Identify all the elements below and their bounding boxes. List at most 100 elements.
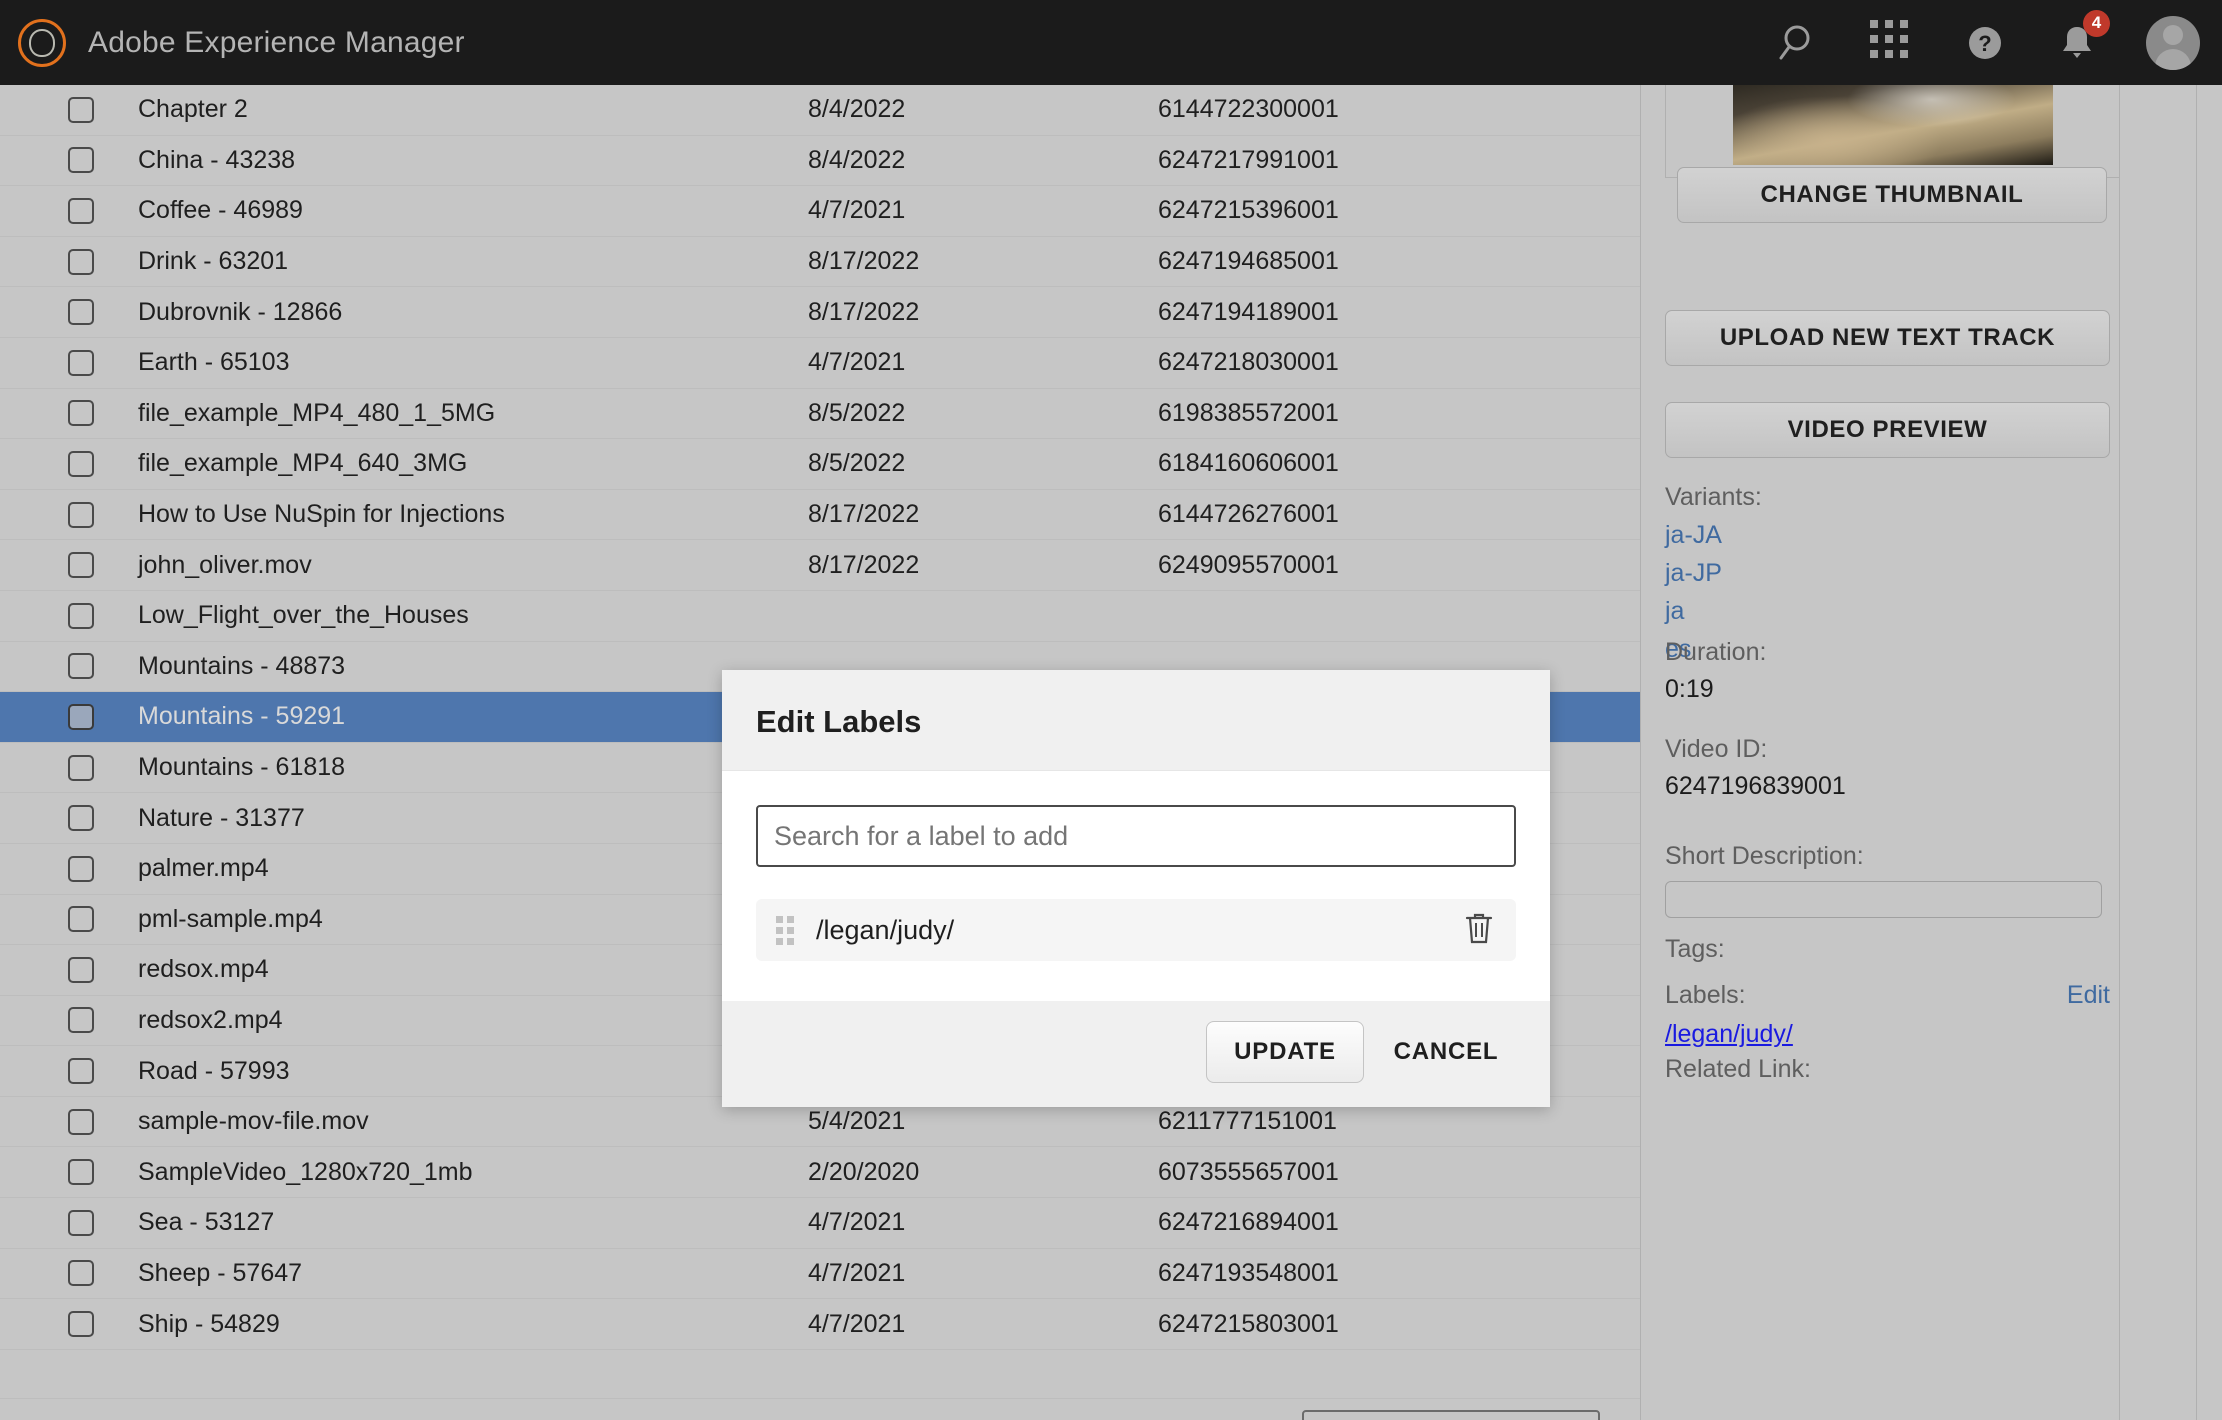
labels-label: Labels: — [1665, 981, 1746, 1009]
video-thumbnail — [1732, 85, 2053, 165]
labels-value-link[interactable]: /legan/judy/ — [1665, 1020, 1793, 1049]
table-row[interactable]: file_example_MP4_640_3MG 8/5/2022 61841606… — [0, 439, 1640, 490]
video-preview-button[interactable]: VIDEO PREVIEW — [1665, 402, 2110, 458]
page-body: Chapter 2 8/4/2022 6144722300001 China - 43… — [0, 85, 2222, 1420]
row-checkbox[interactable] — [68, 501, 94, 528]
row-video-id: 6247215803001 — [1158, 1309, 1339, 1338]
table-row[interactable]: Drink - 63201 8/17/2022 6247194685001 — [0, 237, 1640, 288]
table-row[interactable]: Sheep - 57647 4/7/2021 6247193548001 — [0, 1249, 1640, 1300]
row-video-id: 6073555657001 — [1158, 1157, 1339, 1186]
row-name: How to Use NuSpin for Injections — [138, 500, 505, 529]
variant-link[interactable]: ja-JA — [1665, 521, 1762, 550]
table-row[interactable]: China - 43238 8/4/2022 6247217991001 — [0, 136, 1640, 187]
row-date: 4/7/2021 — [808, 1309, 906, 1338]
row-video-id: 6144726276001 — [1158, 500, 1339, 529]
drag-handle-icon[interactable] — [776, 915, 794, 945]
row-checkbox[interactable] — [68, 653, 94, 680]
page-number-select[interactable]: Page 1 (Videos 1 to 30 ) — [1302, 1410, 1600, 1420]
row-video-id: 6211777151001 — [1158, 1107, 1337, 1136]
row-date: 8/5/2022 — [808, 449, 906, 478]
table-row[interactable]: Coffee - 46989 4/7/2021 6247215396001 — [0, 186, 1640, 237]
tags-label: Tags: — [1665, 935, 1725, 963]
brand[interactable]: Adobe Experience Manager — [0, 18, 465, 67]
row-checkbox[interactable] — [68, 1007, 94, 1034]
row-date: 8/4/2022 — [808, 145, 906, 174]
row-checkbox[interactable] — [68, 1108, 94, 1135]
row-checkbox[interactable] — [68, 956, 94, 983]
row-checkbox[interactable] — [68, 1209, 94, 1236]
row-name: Dubrovnik - 12866 — [138, 297, 343, 326]
app-grid-icon[interactable] — [1870, 19, 1916, 66]
table-row[interactable]: Chapter 2 8/4/2022 6144722300001 — [0, 85, 1640, 136]
thumbnail-card — [1665, 85, 2120, 178]
variant-link[interactable]: ja — [1665, 597, 1762, 626]
row-checkbox[interactable] — [68, 1311, 94, 1338]
table-row[interactable]: john_oliver.mov 8/17/2022 6249095570001 — [0, 540, 1640, 591]
app-title: Adobe Experience Manager — [88, 25, 465, 59]
cancel-button[interactable]: CANCEL — [1376, 1021, 1516, 1083]
row-checkbox[interactable] — [68, 450, 94, 477]
update-button[interactable]: UPDATE — [1206, 1021, 1364, 1083]
avatar[interactable] — [2146, 15, 2200, 70]
variant-link[interactable]: ja-JP — [1665, 559, 1762, 588]
row-checkbox[interactable] — [68, 602, 94, 629]
row-checkbox[interactable] — [68, 754, 94, 781]
row-video-id: 6144722300001 — [1158, 95, 1339, 124]
row-checkbox[interactable] — [68, 855, 94, 882]
row-date: 4/7/2021 — [808, 1258, 906, 1287]
row-name: file_example_MP4_480_1_5MG — [138, 398, 496, 427]
tags-block: Tags: — [1665, 935, 1725, 964]
table-row[interactable]: Dubrovnik - 12866 8/17/2022 6247194189001 — [0, 287, 1640, 338]
row-checkbox[interactable] — [68, 349, 94, 376]
duration-block: Duration: 0:19 — [1665, 638, 1766, 704]
table-row[interactable]: Ship - 54829 4/7/2021 6247215803001 — [0, 1299, 1640, 1350]
row-name: Sea - 53127 — [138, 1208, 275, 1237]
table-row[interactable]: file_example_MP4_480_1_5MG 8/5/2022 619838… — [0, 389, 1640, 440]
row-date: 8/17/2022 — [808, 500, 920, 529]
search-icon[interactable] — [1778, 20, 1824, 66]
table-row[interactable]: How to Use NuSpin for Injections 8/17/202… — [0, 490, 1640, 541]
row-checkbox[interactable] — [68, 1159, 94, 1186]
row-video-id: 6247216894001 — [1158, 1208, 1339, 1237]
labels-edit-link[interactable]: Edit — [2067, 981, 2110, 1010]
row-video-id: 6249095570001 — [1158, 550, 1339, 579]
row-name: Coffee - 46989 — [138, 196, 303, 225]
label-search-input[interactable] — [756, 805, 1516, 867]
modal-body: /legan/judy/ — [722, 771, 1550, 1001]
label-list-item[interactable]: /legan/judy/ — [756, 899, 1516, 961]
table-row[interactable]: Low_Flight_over_the_Houses — [0, 591, 1640, 642]
change-thumbnail-button[interactable]: CHANGE THUMBNAIL — [1677, 167, 2107, 223]
upload-text-track-button[interactable]: UPLOAD NEW TEXT TRACK — [1665, 310, 2110, 366]
row-checkbox[interactable] — [68, 906, 94, 933]
row-name: pml-sample.mp4 — [138, 904, 323, 933]
row-name: Low_Flight_over_the_Houses — [138, 601, 469, 630]
row-checkbox[interactable] — [68, 1260, 94, 1287]
modal-title: Edit Labels — [756, 704, 922, 739]
row-checkbox[interactable] — [68, 96, 94, 123]
row-name: Drink - 63201 — [138, 247, 289, 276]
row-checkbox[interactable] — [68, 299, 94, 326]
row-name: Mountains - 61818 — [138, 753, 346, 782]
row-checkbox[interactable] — [68, 703, 94, 730]
related-link-label: Related Link: — [1665, 1055, 1811, 1083]
row-name: China - 43238 — [138, 145, 296, 174]
modal-header: Edit Labels — [722, 670, 1550, 771]
top-bar: Adobe Experience Manager ? 4 — [0, 0, 2222, 85]
help-icon[interactable]: ? — [1962, 20, 2008, 66]
row-checkbox[interactable] — [68, 197, 94, 224]
bell-icon[interactable]: 4 — [2054, 9, 2110, 66]
cancel-button-label: CANCEL — [1393, 1038, 1499, 1065]
table-row[interactable]: Sea - 53127 4/7/2021 6247216894001 — [0, 1198, 1640, 1249]
row-checkbox[interactable] — [68, 1058, 94, 1085]
table-row[interactable]: Earth - 65103 4/7/2021 6247218030001 — [0, 338, 1640, 389]
row-date: 8/17/2022 — [808, 297, 920, 326]
row-checkbox[interactable] — [68, 805, 94, 832]
short-description-input[interactable] — [1665, 881, 2102, 918]
change-thumbnail-label: CHANGE THUMBNAIL — [1760, 181, 2024, 208]
table-row[interactable]: SampleVideo_1280x720_1mb 2/20/2020 6073555… — [0, 1147, 1640, 1199]
row-checkbox[interactable] — [68, 552, 94, 579]
row-checkbox[interactable] — [68, 248, 94, 275]
trash-icon[interactable] — [1462, 910, 1496, 951]
row-checkbox[interactable] — [68, 147, 94, 174]
row-checkbox[interactable] — [68, 400, 94, 427]
